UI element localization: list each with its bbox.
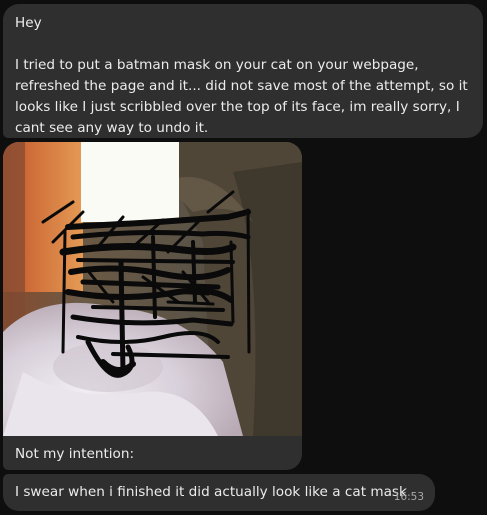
- cat-photo[interactable]: [3, 142, 302, 436]
- message-bubble-1[interactable]: Hey I tried to put a batman mask on your…: [3, 4, 483, 138]
- message-text: I swear when i finished it did actually …: [15, 484, 407, 500]
- message-body: I tried to put a batman mask on your cat…: [15, 57, 468, 136]
- photo-caption: Not my intention:: [15, 446, 135, 462]
- message-timestamp: 16:53: [393, 491, 424, 503]
- chat-view: Hey I tried to put a batman mask on your…: [0, 0, 487, 515]
- message-greeting: Hey: [15, 15, 42, 31]
- message-bubble-3[interactable]: I swear when i finished it did actually …: [3, 474, 435, 511]
- photo-message-bubble[interactable]: Not my intention:: [3, 142, 302, 470]
